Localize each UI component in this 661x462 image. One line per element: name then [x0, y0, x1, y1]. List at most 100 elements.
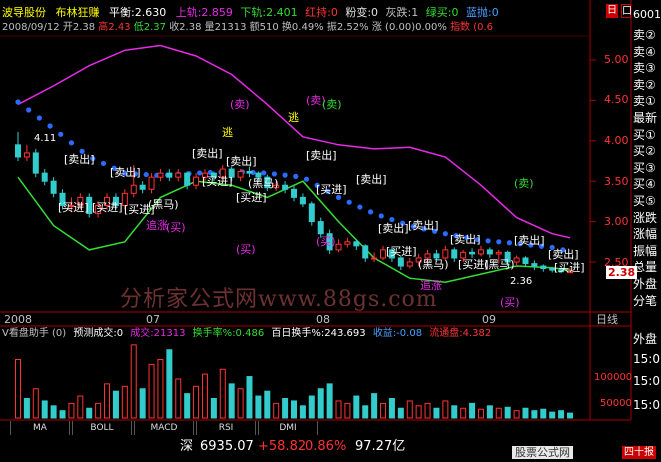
quote-row-5: 最新 [633, 111, 658, 125]
turnover-label: 换手率% [192, 328, 233, 339]
balance-dot [261, 170, 267, 176]
candle-body [299, 196, 306, 205]
quote-row-4: 卖① [633, 94, 656, 109]
volume-bar [210, 398, 217, 419]
quote-row-2: 卖③ [633, 61, 656, 76]
window-button[interactable]: 口 [621, 4, 632, 18]
balance-dot [442, 231, 448, 237]
candle-body [531, 263, 538, 267]
candle-body [15, 144, 21, 158]
volume-bar [486, 405, 493, 419]
lower-label: 下轨 [240, 6, 263, 19]
balance-dot [293, 173, 299, 179]
website-badge[interactable]: 股票公式网 [512, 446, 573, 459]
volume-bar [157, 359, 164, 419]
market-ticker: 深 6935.07 +58.82 0.86% 97.27亿 股票公式网 四十报 [0, 437, 661, 462]
quote-row-6: 买① [633, 127, 656, 142]
price-label-5.00: 5.00 [604, 53, 629, 66]
tab-boll[interactable]: BOLL [72, 421, 132, 435]
tick-time-2: 15:0 [633, 374, 660, 388]
volume-title: V看盘助手 (0) [2, 328, 67, 339]
forecast-label: 预测成交:0 [73, 328, 124, 339]
tick-time-3: 15:0 [633, 398, 660, 412]
candle-body [397, 257, 404, 267]
report-button[interactable]: 四十报 [622, 446, 656, 459]
balance-label: 平衡 [109, 6, 131, 19]
balance-dot [367, 209, 374, 215]
deal-value: :21313 [150, 328, 186, 339]
stock-code[interactable]: 600130 [633, 8, 661, 21]
candle-body [148, 176, 155, 190]
float-label: 流通盘 [429, 328, 460, 339]
signal-label-29: (买) [236, 243, 256, 256]
volume-bar [460, 407, 467, 419]
lower-value: :2.401 [262, 6, 298, 19]
tab-dmi[interactable]: DMI [258, 421, 318, 435]
tab-rsi[interactable]: RSI [196, 421, 256, 435]
ticker-amount: 97.27亿 [355, 439, 406, 454]
quote-high: 高2.43 [98, 22, 131, 33]
volume-header: V看盘助手 (0) 预测成交:0 成交:21313 换手率%:0.486 百日换… [2, 327, 491, 340]
quote-date: 2008/09/12 [2, 22, 60, 33]
quote-open: 开2.38 [62, 22, 96, 33]
volume-bar [32, 388, 39, 419]
signal-label-6: [卖出] [378, 221, 409, 235]
volume-bar [255, 395, 262, 419]
volume-bar [184, 393, 191, 419]
balance-dot [47, 123, 53, 129]
upper-value: :2.859 [197, 6, 233, 19]
candle-body [282, 184, 289, 190]
quote-row-3: 卖② [633, 77, 656, 92]
volume-bar [299, 405, 306, 419]
hundred-day-label: 百日换手% [271, 328, 321, 339]
price-label-4.00: 4.00 [604, 134, 629, 147]
quote-row-16: 分笔 [633, 293, 658, 308]
quote-close: 收2.38 [169, 22, 202, 33]
period-label[interactable]: 日线 [596, 313, 618, 326]
ticker-market: 深 [180, 439, 194, 454]
candle-body [522, 257, 529, 265]
volume-bar [193, 385, 200, 419]
volume-bar [41, 400, 48, 419]
tab-ma[interactable]: MA [10, 421, 70, 435]
day-button[interactable]: 日 [606, 4, 618, 18]
volume-bar [567, 412, 573, 419]
volume-axis-label: 100000 [594, 372, 633, 383]
quote-row-11: 涨跌 [633, 210, 658, 225]
profit-label: 收益 [372, 328, 393, 339]
candle-body [23, 152, 30, 158]
quote-row-15: 外盘 [633, 277, 658, 291]
green-label: 绿买 [425, 6, 448, 19]
watermark: 分析家公式网www.88gs.com [120, 287, 438, 312]
volume-bar [362, 405, 369, 419]
signal-label-8: [卖出] [450, 232, 481, 246]
volume-bar [15, 359, 21, 419]
tab-macd[interactable]: MACD [134, 421, 194, 435]
stock-name[interactable]: 波导股份 [2, 6, 46, 19]
volume-bar [388, 398, 395, 419]
indicator-name[interactable]: 布林狂赚 [56, 6, 100, 19]
volume-bar [166, 349, 173, 419]
candle-body [353, 241, 360, 247]
balance-dot [357, 204, 363, 210]
candle-body [50, 180, 57, 194]
ticker-pct: 0.86% [305, 439, 347, 454]
quote-amount: 额510 [249, 22, 279, 33]
quote-row-9: 买④ [633, 177, 656, 192]
float-value: :4.382 [459, 328, 492, 339]
volume-bar [549, 411, 556, 419]
signal-label-20: (黑马) [148, 198, 179, 211]
header-line-1: 波导股份 布林狂赚 平衡:2.630 上轨:2.859 下轨:2.401 红持:… [2, 6, 499, 19]
volume-bar [344, 402, 351, 419]
balance-dot [485, 238, 491, 244]
volume-bar [371, 393, 378, 419]
balance-dot [378, 213, 384, 219]
volume-bar [397, 407, 404, 419]
quote-row-7: 买② [633, 144, 656, 159]
deal-label: 成交 [130, 328, 151, 339]
gray-value: :1 [407, 6, 419, 19]
volume-bar [504, 406, 511, 419]
signal-label-4: [卖出] [306, 148, 337, 162]
signal-label-5: [卖出] [356, 172, 387, 186]
signal-label-14: [买进] [202, 175, 233, 188]
